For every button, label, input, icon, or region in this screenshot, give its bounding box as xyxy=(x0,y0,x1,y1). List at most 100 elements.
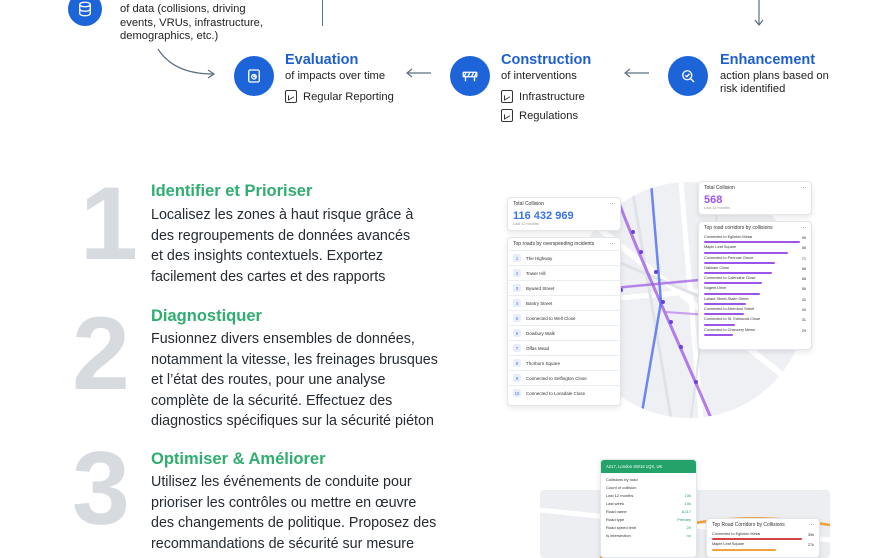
corridor-value: 96 xyxy=(801,236,806,240)
corridor-row[interactable]: Oakham Close 68 xyxy=(699,265,811,275)
table-row[interactable]: 4 Bantry Street xyxy=(508,295,620,310)
corridor-row[interactable]: Connected to St. Edmunds Close 31 xyxy=(699,316,811,326)
road-name: Offas Mead xyxy=(526,345,550,351)
intro-line: demographics, etc.) xyxy=(120,30,219,42)
step-number: 2 xyxy=(72,296,130,412)
corridor-bar xyxy=(704,241,800,244)
corridor-value: 27k xyxy=(807,543,814,548)
evaluation-item-label: Regular Reporting xyxy=(303,90,394,103)
more-icon[interactable]: ··· xyxy=(801,225,806,231)
corridor-name: Connected to Eglinton Mews xyxy=(704,235,753,239)
table-row[interactable]: 8 Thorburn Square xyxy=(508,355,620,370)
total-collision-card-2: Total Collision ··· 568 Last 12 months xyxy=(698,181,812,215)
corridor-row[interactable]: Connected to Penrose Grove 71 xyxy=(699,255,811,265)
detail-value: 20 xyxy=(686,525,691,530)
detail-row: Last week 10k xyxy=(601,500,696,508)
construction-item-label: Regulations xyxy=(519,109,579,122)
step-body-line: et l’état des routes, pour une analyse xyxy=(151,372,386,388)
bottom-corridors-card: Top Road Corridors by Collisions ··· Con… xyxy=(706,518,820,558)
corridor-row[interactable]: Maple Leaf Square 27k xyxy=(707,541,819,551)
step-number: 1 xyxy=(80,166,138,282)
road-name: Connected to Well Close xyxy=(526,315,576,321)
detail-label: Last 12 months xyxy=(606,493,634,498)
corridor-row[interactable]: Lollard Street-Stalin Street 42 xyxy=(699,296,811,306)
more-icon[interactable]: ··· xyxy=(801,185,806,191)
enhancement-subtitle-line: action plans based on xyxy=(720,70,829,82)
corridor-name: Connected to Eglinton Mews xyxy=(712,532,761,536)
rank-badge: 1 xyxy=(513,254,521,262)
detail-label: Last week xyxy=(606,501,625,506)
corridor-bar xyxy=(704,292,760,295)
detail-label: Road type xyxy=(606,517,625,522)
table-row[interactable]: 6 Dowbury Walk xyxy=(508,325,620,340)
step-body-line: complète de la sécurité. Effectuez des xyxy=(151,392,393,409)
corridor-name: Nugent Drive xyxy=(704,286,727,291)
corridor-value: 42 xyxy=(801,297,806,302)
corridor-row[interactable]: Connected to Chancery Mews 29 xyxy=(699,327,811,337)
card-label: Top roads by overspeeding incidents xyxy=(513,241,595,247)
road-name: The Highway xyxy=(526,255,553,261)
corridor-value: 68 xyxy=(801,266,806,271)
road-name: Bantry Street xyxy=(526,300,553,306)
table-row[interactable]: 10 Connected to Lonsdale Close xyxy=(508,385,620,400)
evaluation-icon xyxy=(234,56,274,96)
more-icon[interactable]: ··· xyxy=(610,201,615,207)
construction-item: Regulations xyxy=(501,109,578,122)
detail-row: Road type Primary xyxy=(601,516,696,524)
enhancement-icon xyxy=(668,56,708,96)
card-label: Total Collision xyxy=(513,201,544,207)
enhancement-subtitle-line: risk identified xyxy=(720,83,786,95)
database-icon xyxy=(68,0,102,26)
report-icon xyxy=(285,90,297,103)
step-title: Identifier et Prioriser xyxy=(151,182,313,200)
construction-item-label: Infrastructure xyxy=(519,90,585,103)
step-body: Utilisez les événements de conduite pour… xyxy=(151,472,501,554)
detail-label: Road speed limit xyxy=(606,525,636,530)
corridor-name: Connected to Penrose Grove xyxy=(704,255,754,260)
corridors-card: Top road corridors by collisions ··· Con… xyxy=(698,221,812,350)
detail-row: Road speed limit 20 xyxy=(601,524,696,532)
detail-row: Is intersection no xyxy=(601,532,696,540)
step-title: Optimiser & Améliorer xyxy=(151,450,326,468)
table-row[interactable]: 1 The Highway xyxy=(508,250,620,265)
construction-icon xyxy=(450,56,490,96)
corridor-bar xyxy=(704,251,788,254)
arrow-left-icon xyxy=(406,68,431,78)
detail-label: Is intersection xyxy=(606,533,631,538)
enhancement-subtitle: action plans based on risk identified xyxy=(720,70,829,96)
corridor-value: 58 xyxy=(801,277,806,282)
more-icon[interactable]: ··· xyxy=(809,522,814,528)
panel-section: Collisions by road xyxy=(601,473,696,484)
enhancement-title: Enhancement xyxy=(720,52,816,68)
panel-header: A217, London SW16 1QX, UK xyxy=(601,460,696,473)
corridor-name: Oakham Close xyxy=(704,265,730,270)
corridor-row[interactable]: Connected to Calendine Close 58 xyxy=(699,275,811,285)
step-body-line: des regroupements de données avancés xyxy=(151,227,411,244)
step-body-line: Fusionnez divers ensembles de données, xyxy=(151,331,415,347)
corridor-value: 56 xyxy=(801,287,806,292)
rank-badge: 9 xyxy=(513,374,521,382)
corridor-row[interactable]: Maple Leaf Square 85 xyxy=(699,244,811,254)
detail-value: A217 xyxy=(681,509,691,514)
corridor-row[interactable]: Connected to Eglinton Mews 39k xyxy=(707,531,819,541)
rank-badge: 5 xyxy=(513,314,521,322)
road-name: Byward Street xyxy=(526,285,555,291)
table-row[interactable]: 2 Tower Hill xyxy=(508,265,620,280)
road-name: Dowbury Walk xyxy=(526,330,555,336)
corridor-row[interactable]: Connected to Aberdour Street 40 xyxy=(699,306,811,316)
table-row[interactable]: 7 Offas Mead xyxy=(508,340,620,355)
table-row[interactable]: 5 Connected to Well Close xyxy=(508,310,620,325)
road-name: Connected to Selfington Close xyxy=(526,375,587,381)
corridor-row[interactable]: Connected to Eglinton Mews 96 xyxy=(699,234,811,244)
road-name: Tower Hill xyxy=(526,270,546,276)
corridor-bar xyxy=(712,548,776,551)
table-row[interactable]: 9 Connected to Selfington Close xyxy=(508,370,620,385)
card-header: Total Collision ··· xyxy=(508,198,620,210)
table-row[interactable]: 3 Byward Street xyxy=(508,280,620,295)
rank-badge: 10 xyxy=(513,389,521,397)
detail-value: 10k xyxy=(684,501,691,506)
step-body-line: prioriser les contrôles ou mettre en œuv… xyxy=(151,494,417,511)
corridor-row[interactable]: Nugent Drive 56 xyxy=(699,285,811,295)
more-icon[interactable]: ··· xyxy=(610,241,615,247)
corridor-bar xyxy=(704,323,735,326)
